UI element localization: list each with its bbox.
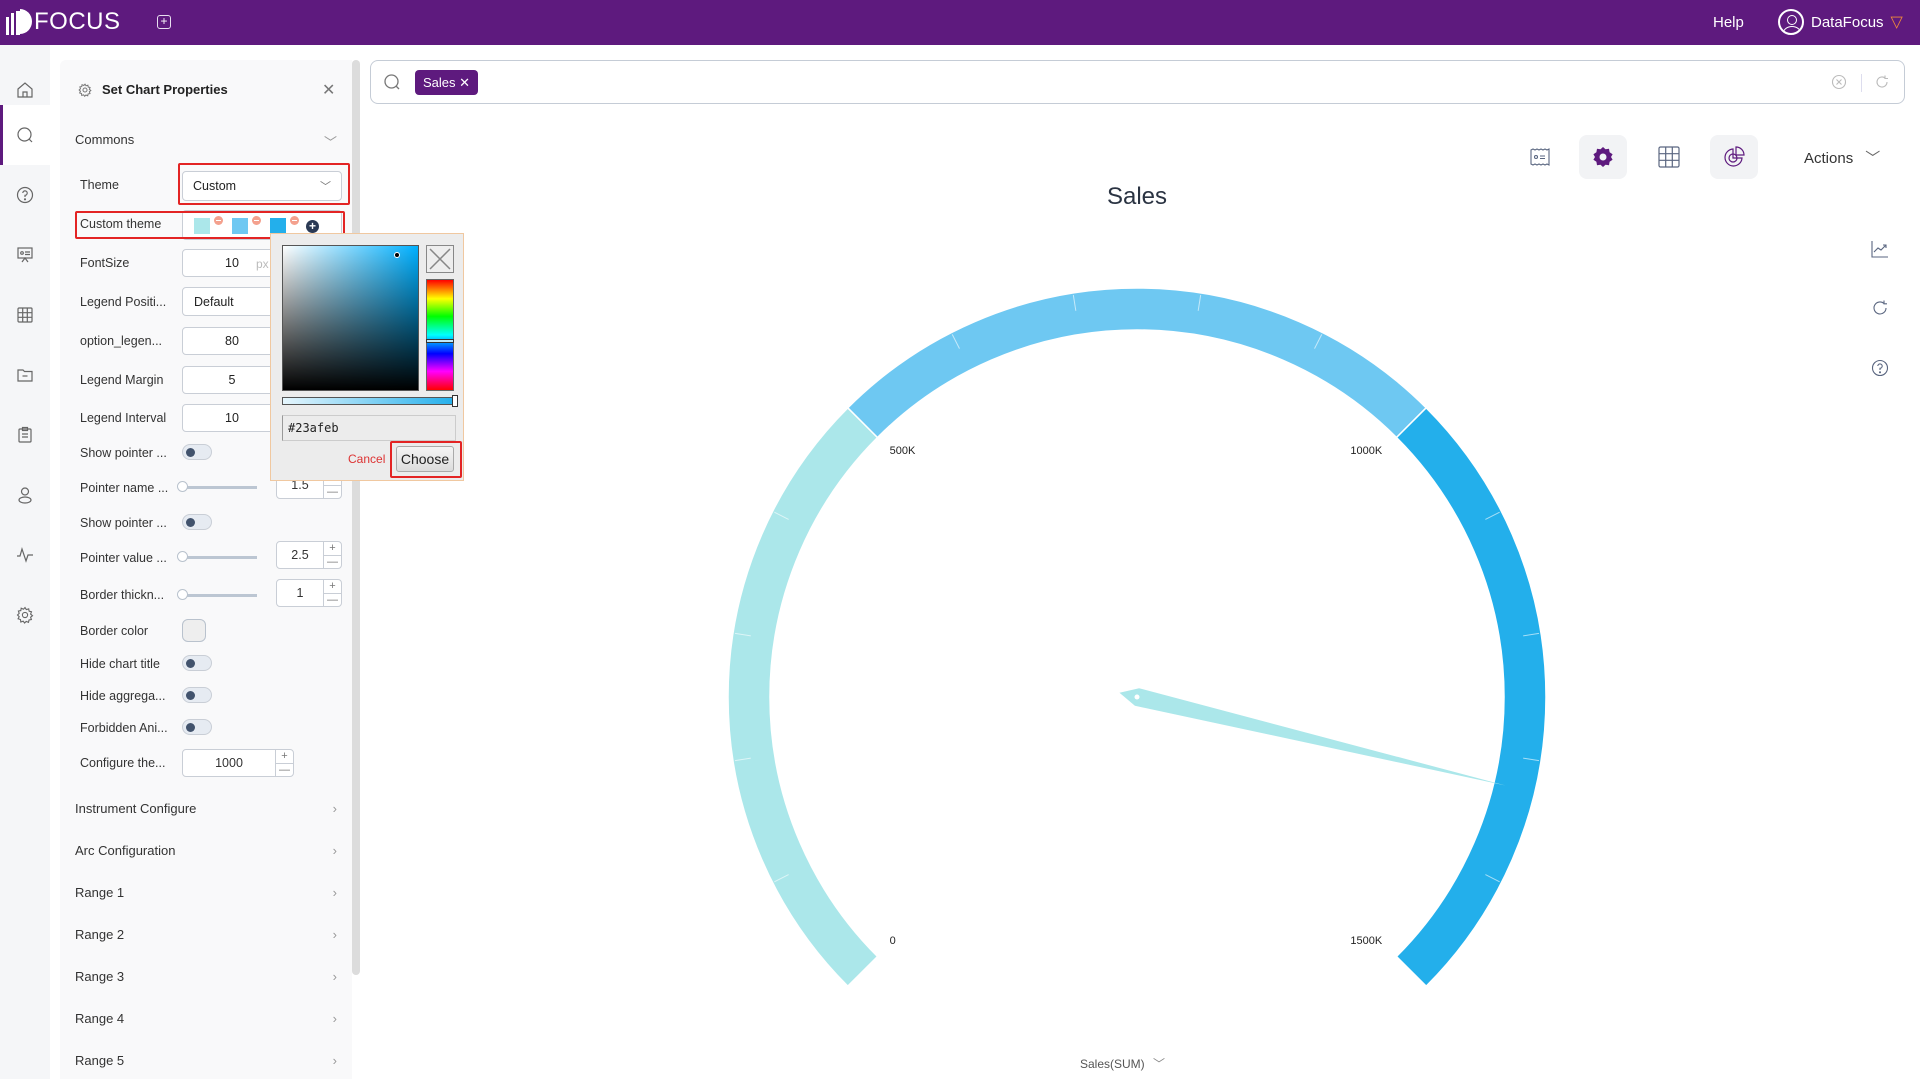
- gauge-pointer: [1119, 688, 1506, 786]
- gauge-chart: [727, 287, 1547, 988]
- gauge-range-2: [846, 287, 1428, 439]
- gauge-range-3: [1395, 406, 1547, 988]
- gauge-tick-label: 0: [889, 935, 896, 948]
- gauge-tick-label: 1000K: [1350, 444, 1383, 457]
- gauge-range-1: [727, 406, 879, 988]
- gauge-pointer-pivot: [1134, 694, 1140, 700]
- aggregation-label: Sales(SUM): [1080, 1057, 1145, 1071]
- aggregation-dropdown[interactable]: Sales(SUM) ﹀: [1080, 1055, 1165, 1072]
- gauge-tick-label: 500K: [889, 444, 916, 457]
- gauge-tick-label: 1500K: [1350, 935, 1383, 948]
- chevron-down-icon: ﹀: [1153, 1057, 1166, 1071]
